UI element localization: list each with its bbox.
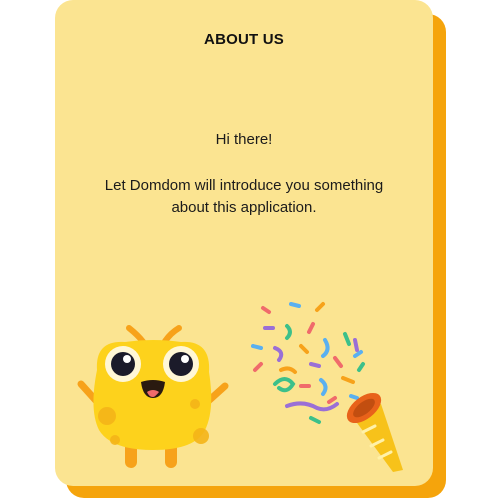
intro-text: Let Domdom will introduce you something … xyxy=(104,177,384,216)
party-popper-icon xyxy=(346,392,403,472)
page-title: ABOUT US xyxy=(204,31,284,48)
domdom-mascot-icon xyxy=(77,325,229,468)
illustration xyxy=(77,302,403,472)
confetti-decoration xyxy=(251,302,365,424)
about-us-card: ABOUT US Hi there! Let Domdom will intro… xyxy=(55,0,433,486)
greeting-text: Hi there! xyxy=(215,131,273,148)
